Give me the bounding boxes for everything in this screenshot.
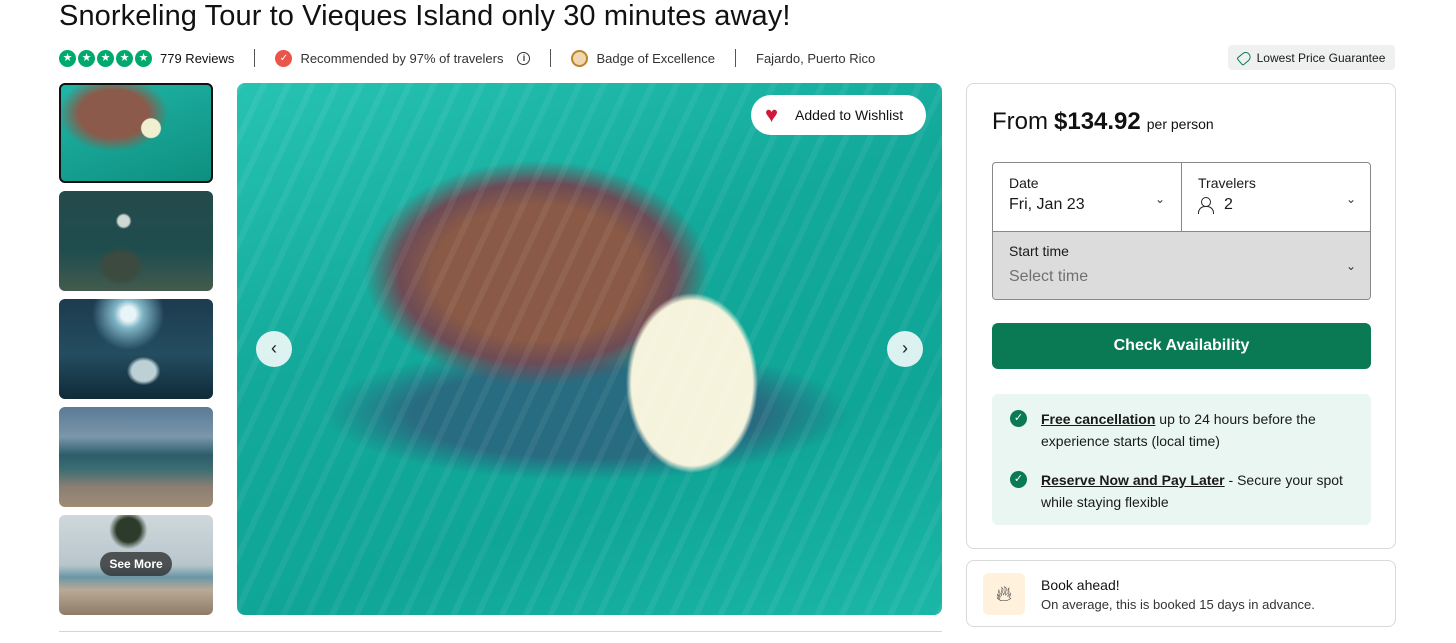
reviews-link[interactable]: 779 Reviews	[160, 51, 234, 66]
gallery-thumbnail[interactable]	[59, 83, 213, 183]
check-circle-icon: ✓	[1010, 410, 1027, 427]
price-from: From	[992, 108, 1048, 135]
price: From $134.92 per person	[992, 108, 1214, 136]
divider	[254, 49, 256, 67]
gallery-thumbnail[interactable]: See More	[59, 515, 213, 615]
flame-icon: 🔥︎	[983, 573, 1025, 615]
heart-icon: ♥	[765, 102, 779, 127]
book-ahead-card: 🔥︎ Book ahead! On average, this is booke…	[966, 560, 1396, 627]
free-cancellation-link[interactable]: Free cancellation	[1041, 411, 1155, 427]
info-icon[interactable]: i	[517, 51, 531, 65]
divider	[550, 49, 552, 67]
price-unit: per person	[1146, 116, 1214, 132]
star-icon	[78, 49, 95, 67]
travelers-value-row: 2	[1198, 196, 1356, 214]
divider	[59, 631, 942, 632]
page-title: Snorkeling Tour to Vieques Island only 3…	[59, 0, 791, 32]
recommended-text: Recommended by 97% of travelers	[300, 50, 504, 66]
date-value: Fri, Jan 23	[1009, 196, 1085, 213]
rating-stars[interactable]	[59, 49, 152, 67]
star-icon	[97, 49, 114, 67]
policy-item: ✓ Free cancellation up to 24 hours befor…	[1010, 408, 1353, 452]
badge-of-excellence: Badge of Excellence	[571, 49, 716, 67]
chevron-down-icon: ⌄	[1155, 192, 1166, 206]
gallery-thumbnail[interactable]	[59, 299, 213, 399]
hero-image: ♥ Added to Wishlist ‹ ›	[237, 83, 942, 615]
reserve-now-link[interactable]: Reserve Now and Pay Later	[1041, 472, 1225, 488]
date-picker[interactable]: Date Fri, Jan 23 ⌄	[993, 163, 1182, 232]
policy-text: Reserve Now and Pay Later - Secure your …	[1041, 469, 1353, 513]
travelers-label: Travelers	[1198, 175, 1256, 191]
start-time-select[interactable]: Start time Select time ⌄	[993, 232, 1370, 299]
gallery-thumbnail[interactable]	[59, 191, 213, 291]
wishlist-button[interactable]: ♥ Added to Wishlist	[751, 95, 926, 135]
lowest-price-label: Lowest Price Guarantee	[1256, 50, 1386, 65]
policy-text: Free cancellation up to 24 hours before …	[1041, 408, 1353, 452]
badge-icon	[571, 49, 589, 67]
recommended-stat: ✓ Recommended by 97% of travelers i	[275, 49, 531, 67]
recommend-icon: ✓	[275, 49, 293, 67]
tour-meta: 779 Reviews ✓ Recommended by 97% of trav…	[59, 46, 895, 70]
policy-item: ✓ Reserve Now and Pay Later - Secure you…	[1010, 469, 1353, 513]
location-link[interactable]: Fajardo, Puerto Rico	[756, 51, 875, 66]
booking-selector: Date Fri, Jan 23 ⌄ Travelers 2 ⌄ Start t…	[992, 162, 1371, 300]
policy-box: ✓ Free cancellation up to 24 hours befor…	[992, 394, 1371, 525]
gallery-thumbnail[interactable]	[59, 407, 213, 507]
travelers-value: 2	[1224, 196, 1233, 213]
lowest-price-guarantee[interactable]: Lowest Price Guarantee	[1228, 45, 1395, 70]
booking-card: From $134.92 per person Date Fri, Jan 23…	[966, 83, 1396, 549]
wishlist-label: Added to Wishlist	[795, 107, 904, 123]
star-icon	[135, 49, 152, 67]
badge-text: Badge of Excellence	[596, 50, 716, 66]
tag-icon	[1235, 49, 1253, 66]
travelers-picker[interactable]: Travelers 2 ⌄	[1182, 163, 1370, 232]
check-availability-button[interactable]: Check Availability	[992, 323, 1371, 369]
start-time-placeholder: Select time	[1009, 268, 1089, 285]
price-amount: $134.92	[1054, 108, 1141, 135]
divider	[735, 49, 737, 67]
date-label: Date	[1009, 175, 1039, 191]
star-icon	[116, 49, 133, 67]
chevron-down-icon: ⌄	[1346, 192, 1357, 206]
star-icon	[59, 49, 76, 67]
chevron-down-icon: ⌄	[1346, 259, 1357, 273]
check-circle-icon: ✓	[1010, 471, 1027, 488]
book-ahead-title: Book ahead!	[1041, 577, 1120, 593]
see-more-button[interactable]: See More	[100, 552, 172, 576]
person-icon	[1198, 197, 1214, 214]
start-time-label: Start time	[1009, 243, 1069, 259]
chevron-left-icon[interactable]: ‹	[256, 331, 292, 367]
book-ahead-subtitle: On average, this is booked 15 days in ad…	[1041, 597, 1315, 612]
chevron-right-icon[interactable]: ›	[887, 331, 923, 367]
